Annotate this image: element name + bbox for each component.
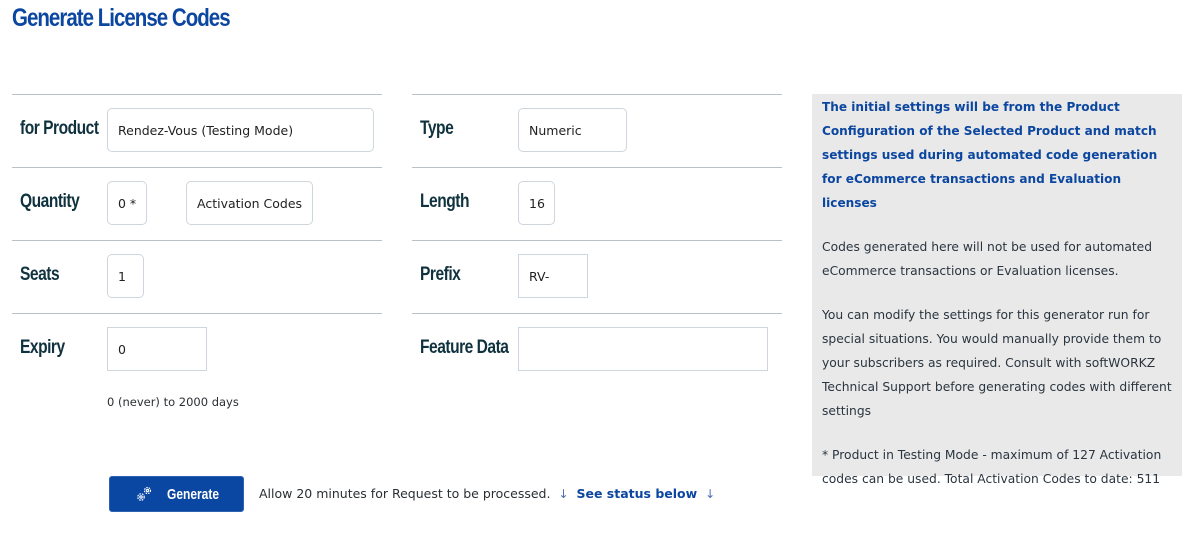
type-select[interactable]: Numeric: [518, 108, 627, 152]
generate-button-label: Generate: [167, 486, 220, 503]
info-paragraph: You can modify the settings for this gen…: [822, 308, 1172, 418]
form-row-feature-data: Feature Data: [412, 313, 782, 386]
code-kind-select[interactable]: Activation Codes: [186, 181, 313, 225]
feature-data-label: Feature Data: [420, 337, 509, 358]
gears-icon: [137, 486, 152, 501]
prefix-input[interactable]: RV-: [518, 254, 588, 298]
page-title: Generate License Codes: [12, 4, 231, 32]
product-label: for Product: [20, 118, 99, 139]
see-status-link[interactable]: See status below: [577, 486, 698, 501]
type-label: Type: [420, 118, 454, 139]
form-row-prefix: Prefix RV-: [412, 240, 782, 313]
info-paragraph: Codes generated here will not be used fo…: [822, 240, 1153, 278]
form-row-product: for Product Rendez-Vous (Testing Mode): [12, 94, 382, 167]
product-select[interactable]: Rendez-Vous (Testing Mode): [107, 108, 374, 152]
feature-data-input[interactable]: [518, 327, 768, 371]
form-row-expiry: Expiry 0: [12, 313, 382, 386]
status-note: Allow 20 minutes for Request to be proce…: [259, 486, 551, 501]
info-panel: The initial settings will be from the Pr…: [812, 94, 1182, 486]
arrow-down-icon: ↓: [705, 487, 716, 501]
info-paragraph: * Product in Testing Mode - maximum of 1…: [822, 448, 1162, 486]
form-column-right: Type Numeric Length 16 Prefix RV- Featur…: [412, 94, 782, 386]
form-row-seats: Seats 1: [12, 240, 382, 313]
generate-button[interactable]: Generate: [109, 476, 244, 512]
prefix-label: Prefix: [420, 264, 461, 285]
seats-label: Seats: [20, 264, 60, 285]
seats-input[interactable]: 1: [107, 254, 144, 298]
expiry-input[interactable]: 0: [107, 327, 207, 371]
expiry-label: Expiry: [20, 337, 65, 358]
form-row-quantity: Quantity 0 * Activation Codes: [12, 167, 382, 240]
form-row-type: Type Numeric: [412, 94, 782, 167]
quantity-label: Quantity: [20, 191, 80, 212]
arrow-down-icon: ↓: [558, 487, 569, 501]
status-line: Allow 20 minutes for Request to be proce…: [259, 486, 719, 501]
info-heading: The initial settings will be from the Pr…: [822, 100, 1158, 210]
form-column-left: for Product Rendez-Vous (Testing Mode) Q…: [12, 94, 382, 386]
quantity-input[interactable]: 0 *: [107, 181, 147, 225]
expiry-hint: 0 (never) to 2000 days: [107, 395, 239, 409]
length-input[interactable]: 16: [518, 181, 555, 225]
form-row-length: Length 16: [412, 167, 782, 240]
length-label: Length: [420, 191, 469, 212]
